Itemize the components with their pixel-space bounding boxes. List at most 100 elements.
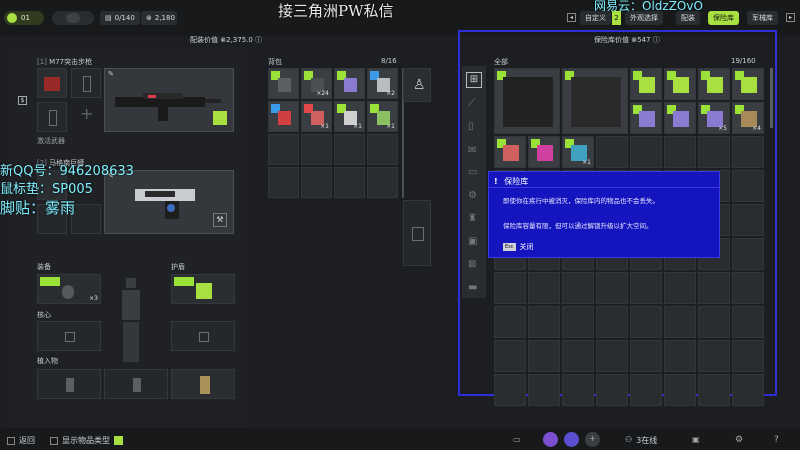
tab-loadout[interactable]: 配装 <box>676 11 700 25</box>
primary-weapon-card[interactable]: ✎ <box>104 68 234 132</box>
vault-item[interactable]: ×1 <box>562 136 594 168</box>
vault-cell[interactable] <box>494 374 526 406</box>
character-outfit-button[interactable]: ♙ <box>403 68 431 102</box>
squad-avatar-1[interactable] <box>543 432 558 447</box>
backpack-cell[interactable] <box>301 167 332 198</box>
vault-cell[interactable] <box>732 238 764 270</box>
vault-cell[interactable] <box>664 374 696 406</box>
backpack-item[interactable]: ×1 <box>301 101 332 132</box>
category-all-icon[interactable]: ⊞ <box>466 72 482 88</box>
vault-cell[interactable] <box>732 272 764 304</box>
vault-cell[interactable] <box>630 136 662 168</box>
show-type-checkbox[interactable] <box>114 436 123 445</box>
category-chip-icon[interactable]: ▭ <box>468 167 477 178</box>
vault-cell[interactable] <box>630 374 662 406</box>
backpack-cell[interactable] <box>268 167 299 198</box>
category-mail-icon[interactable]: ✉ <box>468 145 476 156</box>
secondary-mod-slot-2[interactable] <box>71 204 101 234</box>
implant-slot-3[interactable] <box>171 369 235 399</box>
back-button[interactable]: 返回 <box>7 435 35 446</box>
info-icon[interactable]: ⓘ <box>255 36 262 44</box>
vault-item[interactable] <box>494 136 526 168</box>
tab-appearance[interactable]: 外观选择 <box>625 11 663 25</box>
vault-cell[interactable] <box>630 340 662 372</box>
vault-cell[interactable] <box>698 374 730 406</box>
implant-slot-1[interactable] <box>37 369 101 399</box>
vault-cell[interactable] <box>596 136 628 168</box>
vault-cell[interactable] <box>494 272 526 304</box>
vault-cell[interactable] <box>528 306 560 338</box>
chat-icon[interactable]: ▭ <box>513 435 521 444</box>
tab-vault[interactable]: 保险库 <box>708 11 739 25</box>
vault-item[interactable] <box>664 102 696 134</box>
category-implant-icon[interactable]: ♜ <box>468 213 477 224</box>
vault-cell[interactable] <box>698 340 730 372</box>
vault-cell[interactable] <box>528 340 560 372</box>
vault-cell[interactable] <box>596 272 628 304</box>
primary-mod-slot[interactable] <box>71 68 101 98</box>
help-button[interactable]: ? <box>774 435 779 445</box>
vault-item[interactable] <box>630 102 662 134</box>
vault-cell[interactable] <box>630 306 662 338</box>
backpack-cell[interactable] <box>367 134 398 165</box>
nav-next-icon[interactable]: ▸ <box>786 13 795 22</box>
vault-cell[interactable] <box>562 374 594 406</box>
vault-cell[interactable] <box>698 306 730 338</box>
vault-cell[interactable] <box>732 170 764 202</box>
vault-cell[interactable] <box>528 374 560 406</box>
armor-slot[interactable] <box>171 274 235 304</box>
category-weapon-icon[interactable]: ⟋ <box>468 98 475 109</box>
squad-avatar-2[interactable] <box>564 432 579 447</box>
popup-close-button[interactable]: Esc 关闭 <box>503 242 534 252</box>
core-slot-right[interactable] <box>171 321 235 351</box>
vault-item[interactable] <box>528 136 560 168</box>
vault-cell[interactable] <box>732 204 764 236</box>
backpack-cell[interactable] <box>334 167 365 198</box>
vault-cell[interactable] <box>562 340 594 372</box>
vault-item[interactable] <box>732 68 764 100</box>
equipment-slot[interactable]: ×3 <box>37 274 101 304</box>
vault-cell[interactable] <box>664 272 696 304</box>
container-slot[interactable] <box>403 200 431 266</box>
wrench-icon[interactable]: ⚒ <box>213 213 227 227</box>
backpack-item[interactable] <box>334 68 365 99</box>
vault-cell[interactable] <box>528 272 560 304</box>
backpack-item[interactable] <box>268 101 299 132</box>
backpack-cell[interactable] <box>334 134 365 165</box>
backpack-cell[interactable] <box>367 167 398 198</box>
vault-cell[interactable] <box>562 306 594 338</box>
vault-cell[interactable] <box>494 340 526 372</box>
category-ammo-icon[interactable]: ▯ <box>468 121 474 132</box>
vault-cell[interactable] <box>732 340 764 372</box>
toggle-switch[interactable] <box>52 11 94 25</box>
core-slot-left[interactable] <box>37 321 101 351</box>
vault-item[interactable]: ×4 <box>732 102 764 134</box>
friends-icon[interactable]: ▣ <box>692 435 700 444</box>
tab-custom[interactable]: 自定义 <box>580 11 611 25</box>
edit-icon[interactable]: ✎ <box>108 70 114 78</box>
primary-attachment-slot[interactable] <box>37 68 67 98</box>
vault-cell[interactable] <box>664 136 696 168</box>
vault-cell[interactable] <box>698 136 730 168</box>
vault-cell[interactable] <box>630 272 662 304</box>
backpack-item[interactable] <box>268 68 299 99</box>
settings-icon[interactable]: ⚙ <box>735 435 743 445</box>
vault-cell[interactable] <box>562 272 594 304</box>
category-core-icon[interactable]: ▣ <box>468 236 477 247</box>
vault-item[interactable] <box>494 68 560 134</box>
vault-cell[interactable] <box>732 306 764 338</box>
vault-cell[interactable] <box>664 340 696 372</box>
backpack-item[interactable]: ×1 <box>367 101 398 132</box>
vault-cell[interactable] <box>596 374 628 406</box>
backpack-item[interactable]: ×1 <box>334 101 365 132</box>
vault-scrollbar[interactable] <box>770 68 773 128</box>
vault-cell[interactable] <box>664 306 696 338</box>
backpack-item[interactable]: ×2 <box>367 68 398 99</box>
vault-cell[interactable] <box>732 374 764 406</box>
vault-item[interactable] <box>698 68 730 100</box>
tab-armory[interactable]: 军械库 <box>747 11 778 25</box>
backpack-item[interactable]: ×24 <box>301 68 332 99</box>
vault-cell[interactable] <box>596 340 628 372</box>
vault-item[interactable] <box>664 68 696 100</box>
vault-cell[interactable] <box>596 306 628 338</box>
